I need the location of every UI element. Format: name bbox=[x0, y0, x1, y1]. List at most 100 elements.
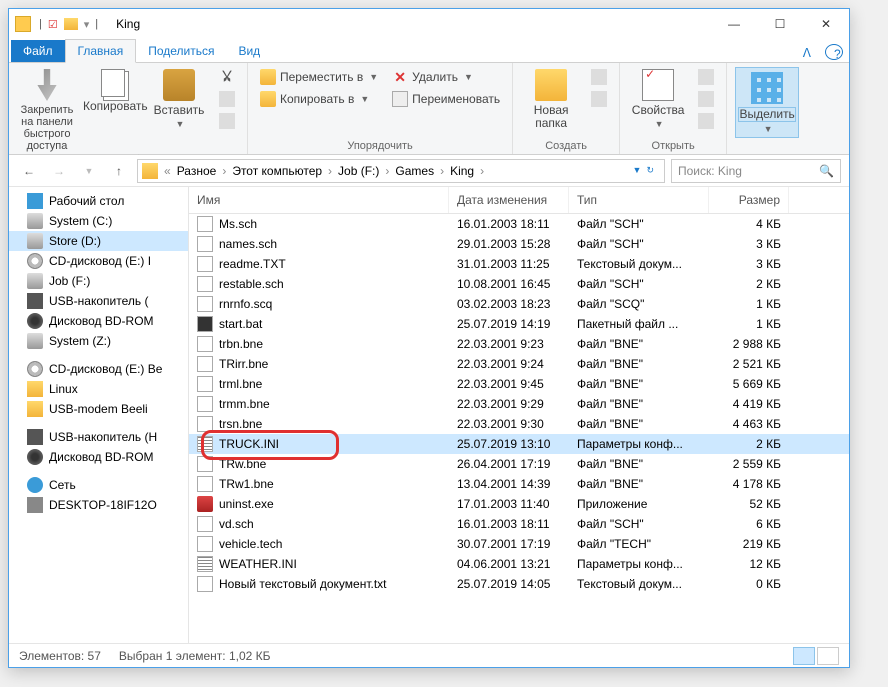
nav-forward-button[interactable]: → bbox=[47, 159, 71, 183]
copyto-button[interactable]: Копировать в▼ bbox=[256, 89, 382, 109]
nav-up-button[interactable]: ↑ bbox=[107, 159, 131, 183]
cut-button[interactable] bbox=[215, 67, 239, 87]
nav-back-button[interactable]: ← bbox=[17, 159, 41, 183]
refresh-button[interactable]: ▼ ↻ bbox=[627, 165, 660, 176]
tree-item[interactable]: USB-накопитель (H bbox=[9, 427, 188, 447]
tree-item[interactable]: Дисковод BD-ROM bbox=[9, 447, 188, 467]
drv-icon bbox=[27, 333, 43, 349]
file-name: trml.bne bbox=[219, 377, 262, 391]
crumb[interactable]: Разное bbox=[173, 164, 221, 178]
col-size[interactable]: Размер bbox=[709, 187, 789, 213]
file-row[interactable]: vehicle.tech30.07.2001 17:19Файл "TECH"2… bbox=[189, 534, 849, 554]
newfolder-button[interactable]: Новая папка bbox=[521, 67, 581, 130]
search-input[interactable]: Поиск: King 🔍 bbox=[671, 159, 841, 183]
tree-item[interactable]: Store (D:) bbox=[9, 231, 188, 251]
tree-item[interactable]: Сеть bbox=[9, 475, 188, 495]
address-bar: ← → ▼ ↑ « Разное›Этот компьютер›Job (F:)… bbox=[9, 155, 849, 187]
file-row[interactable]: Новый текстовый документ.txt25.07.2019 1… bbox=[189, 574, 849, 594]
tab-file[interactable]: Файл bbox=[11, 40, 65, 62]
tree-item[interactable]: Linux bbox=[9, 379, 188, 399]
file-row[interactable]: vd.sch16.01.2003 18:11Файл "SCH"6 КБ bbox=[189, 514, 849, 534]
file-row[interactable]: uninst.exe17.01.2003 11:40Приложение52 К… bbox=[189, 494, 849, 514]
nav-recent-button[interactable]: ▼ bbox=[77, 159, 101, 183]
pin-button[interactable]: Закрепить на панели быстрого доступа bbox=[17, 67, 77, 152]
copypath-button[interactable] bbox=[215, 89, 239, 109]
crumb[interactable]: King bbox=[446, 164, 478, 178]
tree-item[interactable]: System (C:) bbox=[9, 211, 188, 231]
file-row[interactable]: trmm.bne22.03.2001 9:29Файл "BNE"4 419 К… bbox=[189, 394, 849, 414]
help-icon[interactable]: ? bbox=[825, 44, 843, 60]
ribbon-collapse-icon[interactable]: ᐱ bbox=[795, 44, 819, 62]
chevron-right-icon[interactable]: « bbox=[162, 164, 173, 178]
titlebar[interactable]: | ☑ ▾ | King — ☐ ✕ bbox=[9, 9, 849, 39]
file-row[interactable]: trbn.bne22.03.2001 9:23Файл "BNE"2 988 К… bbox=[189, 334, 849, 354]
tree-item-label: USB-modem Beeli bbox=[49, 402, 148, 416]
open-button[interactable] bbox=[694, 67, 718, 87]
maximize-button[interactable]: ☐ bbox=[757, 9, 803, 39]
file-row[interactable]: rnrnfo.scq03.02.2003 18:23Файл "SCQ"1 КБ bbox=[189, 294, 849, 314]
file-list[interactable]: Ms.sch16.01.2003 18:11Файл "SCH"4 КБname… bbox=[189, 214, 849, 643]
pc-icon bbox=[27, 497, 43, 513]
tab-main[interactable]: Главная bbox=[65, 39, 137, 63]
qat-check-icon[interactable]: ☑ bbox=[48, 18, 58, 31]
tree-item[interactable]: Рабочий стол bbox=[9, 191, 188, 211]
file-type: Файл "BNE" bbox=[569, 396, 709, 412]
tab-share[interactable]: Поделиться bbox=[136, 40, 226, 62]
file-date: 22.03.2001 9:23 bbox=[449, 336, 569, 352]
file-row[interactable]: TRUCK.INI25.07.2019 13:10Параметры конф.… bbox=[189, 434, 849, 454]
tree-item[interactable]: USB-накопитель ( bbox=[9, 291, 188, 311]
copy-button[interactable]: Копировать bbox=[83, 67, 143, 113]
breadcrumb[interactable]: « Разное›Этот компьютер›Job (F:)›Games›K… bbox=[137, 159, 665, 183]
newitem-button[interactable] bbox=[587, 67, 611, 87]
nav-tree[interactable]: Рабочий столSystem (C:)Store (D:)CD-диск… bbox=[9, 187, 189, 643]
tree-item[interactable]: CD-дисковод (E:) I bbox=[9, 251, 188, 271]
qat-folder-icon[interactable] bbox=[64, 18, 78, 30]
paste-shortcut-button[interactable] bbox=[215, 111, 239, 131]
tree-item[interactable]: CD-дисковод (E:) Ве bbox=[9, 359, 188, 379]
tree-item[interactable]: System (Z:) bbox=[9, 331, 188, 351]
qat-dropdown-icon[interactable]: ▾ bbox=[84, 18, 90, 31]
chevron-right-icon[interactable]: › bbox=[438, 164, 446, 178]
file-row[interactable]: TRirr.bne22.03.2001 9:24Файл "BNE"2 521 … bbox=[189, 354, 849, 374]
tree-item[interactable]: Дисковод BD-ROM bbox=[9, 311, 188, 331]
file-date: 10.08.2001 16:45 bbox=[449, 276, 569, 292]
properties-button[interactable]: ✓Свойства▼ bbox=[628, 67, 688, 130]
edit-button[interactable] bbox=[694, 89, 718, 109]
file-row[interactable]: Ms.sch16.01.2003 18:11Файл "SCH"4 КБ bbox=[189, 214, 849, 234]
file-row[interactable]: names.sch29.01.2003 15:28Файл "SCH"3 КБ bbox=[189, 234, 849, 254]
crumb[interactable]: Games bbox=[391, 164, 438, 178]
chevron-right-icon[interactable]: › bbox=[478, 164, 486, 178]
col-date[interactable]: Дата изменения bbox=[449, 187, 569, 213]
select-button[interactable]: Выделить▼ bbox=[735, 67, 799, 138]
view-icons-button[interactable] bbox=[817, 647, 839, 665]
crumb[interactable]: Этот компьютер bbox=[228, 164, 326, 178]
tree-item[interactable]: Job (F:) bbox=[9, 271, 188, 291]
usb-icon bbox=[27, 429, 43, 445]
col-name[interactable]: Имя bbox=[189, 187, 449, 213]
easyaccess-button[interactable] bbox=[587, 89, 611, 109]
file-row[interactable]: WEATHER.INI04.06.2001 13:21Параметры кон… bbox=[189, 554, 849, 574]
tree-item[interactable]: USB-modem Beeli bbox=[9, 399, 188, 419]
file-row[interactable]: TRw1.bne13.04.2001 14:39Файл "BNE"4 178 … bbox=[189, 474, 849, 494]
close-button[interactable]: ✕ bbox=[803, 9, 849, 39]
moveto-button[interactable]: Переместить в▼ bbox=[256, 67, 382, 87]
rename-button[interactable]: Переименовать bbox=[388, 89, 504, 109]
file-row[interactable]: TRw.bne26.04.2001 17:19Файл "BNE"2 559 К… bbox=[189, 454, 849, 474]
history-button[interactable] bbox=[694, 111, 718, 131]
tab-view[interactable]: Вид bbox=[226, 40, 272, 62]
file-row[interactable]: start.bat25.07.2019 14:19Пакетный файл .… bbox=[189, 314, 849, 334]
file-row[interactable]: trml.bne22.03.2001 9:45Файл "BNE"5 669 К… bbox=[189, 374, 849, 394]
tree-item[interactable]: DESKTOP-18IF12O bbox=[9, 495, 188, 515]
file-row[interactable]: readme.TXT31.01.2003 11:25Текстовый доку… bbox=[189, 254, 849, 274]
file-row[interactable]: trsn.bne22.03.2001 9:30Файл "BNE"4 463 К… bbox=[189, 414, 849, 434]
paste-button[interactable]: Вставить▼ bbox=[149, 67, 209, 130]
delete-button[interactable]: ✕Удалить▼ bbox=[388, 67, 504, 87]
crumb[interactable]: Job (F:) bbox=[334, 164, 383, 178]
minimize-button[interactable]: — bbox=[711, 9, 757, 39]
chevron-right-icon[interactable]: › bbox=[326, 164, 334, 178]
column-headers[interactable]: Имя Дата изменения Тип Размер bbox=[189, 187, 849, 214]
col-type[interactable]: Тип bbox=[569, 187, 709, 213]
file-date: 16.01.2003 18:11 bbox=[449, 516, 569, 532]
view-details-button[interactable] bbox=[793, 647, 815, 665]
file-row[interactable]: restable.sch10.08.2001 16:45Файл "SCH"2 … bbox=[189, 274, 849, 294]
